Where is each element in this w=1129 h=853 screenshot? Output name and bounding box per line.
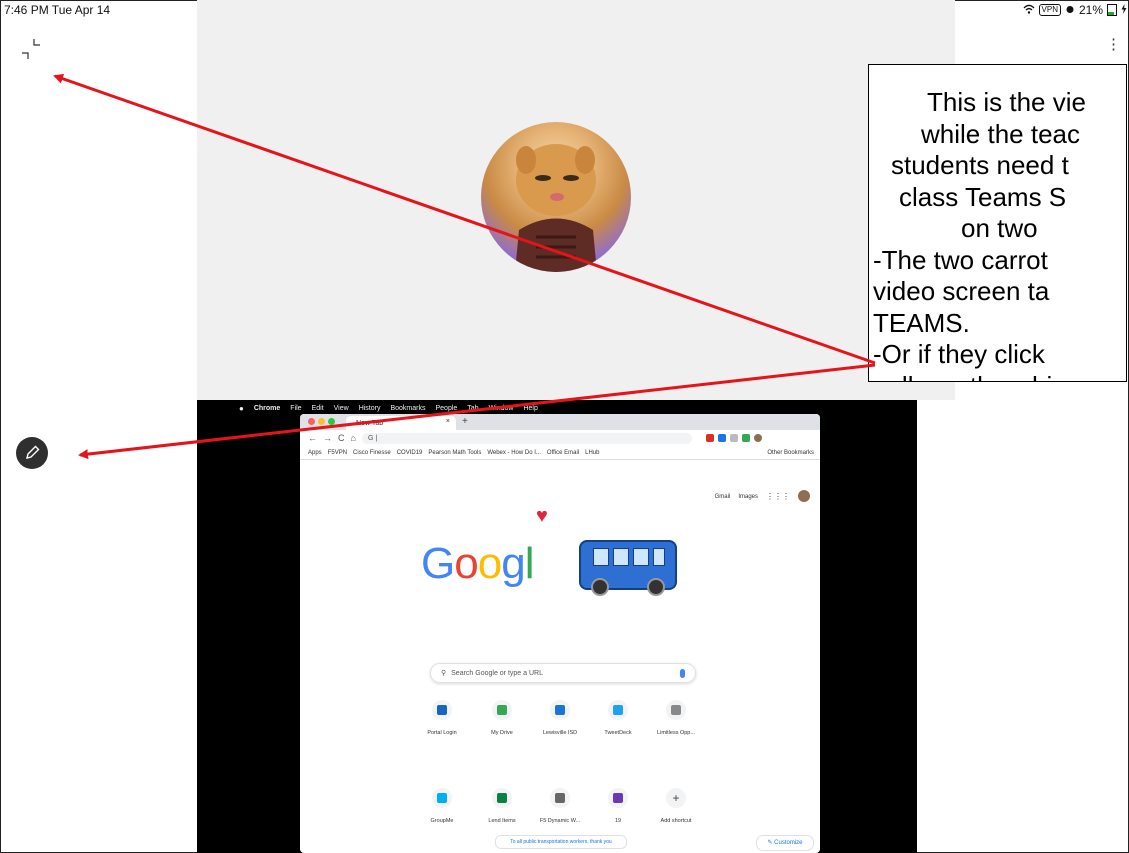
annotation-arrows [53, 73, 876, 460]
arrow-to-pen-button [78, 363, 876, 460]
arrow-to-minimize-icon [53, 73, 876, 365]
